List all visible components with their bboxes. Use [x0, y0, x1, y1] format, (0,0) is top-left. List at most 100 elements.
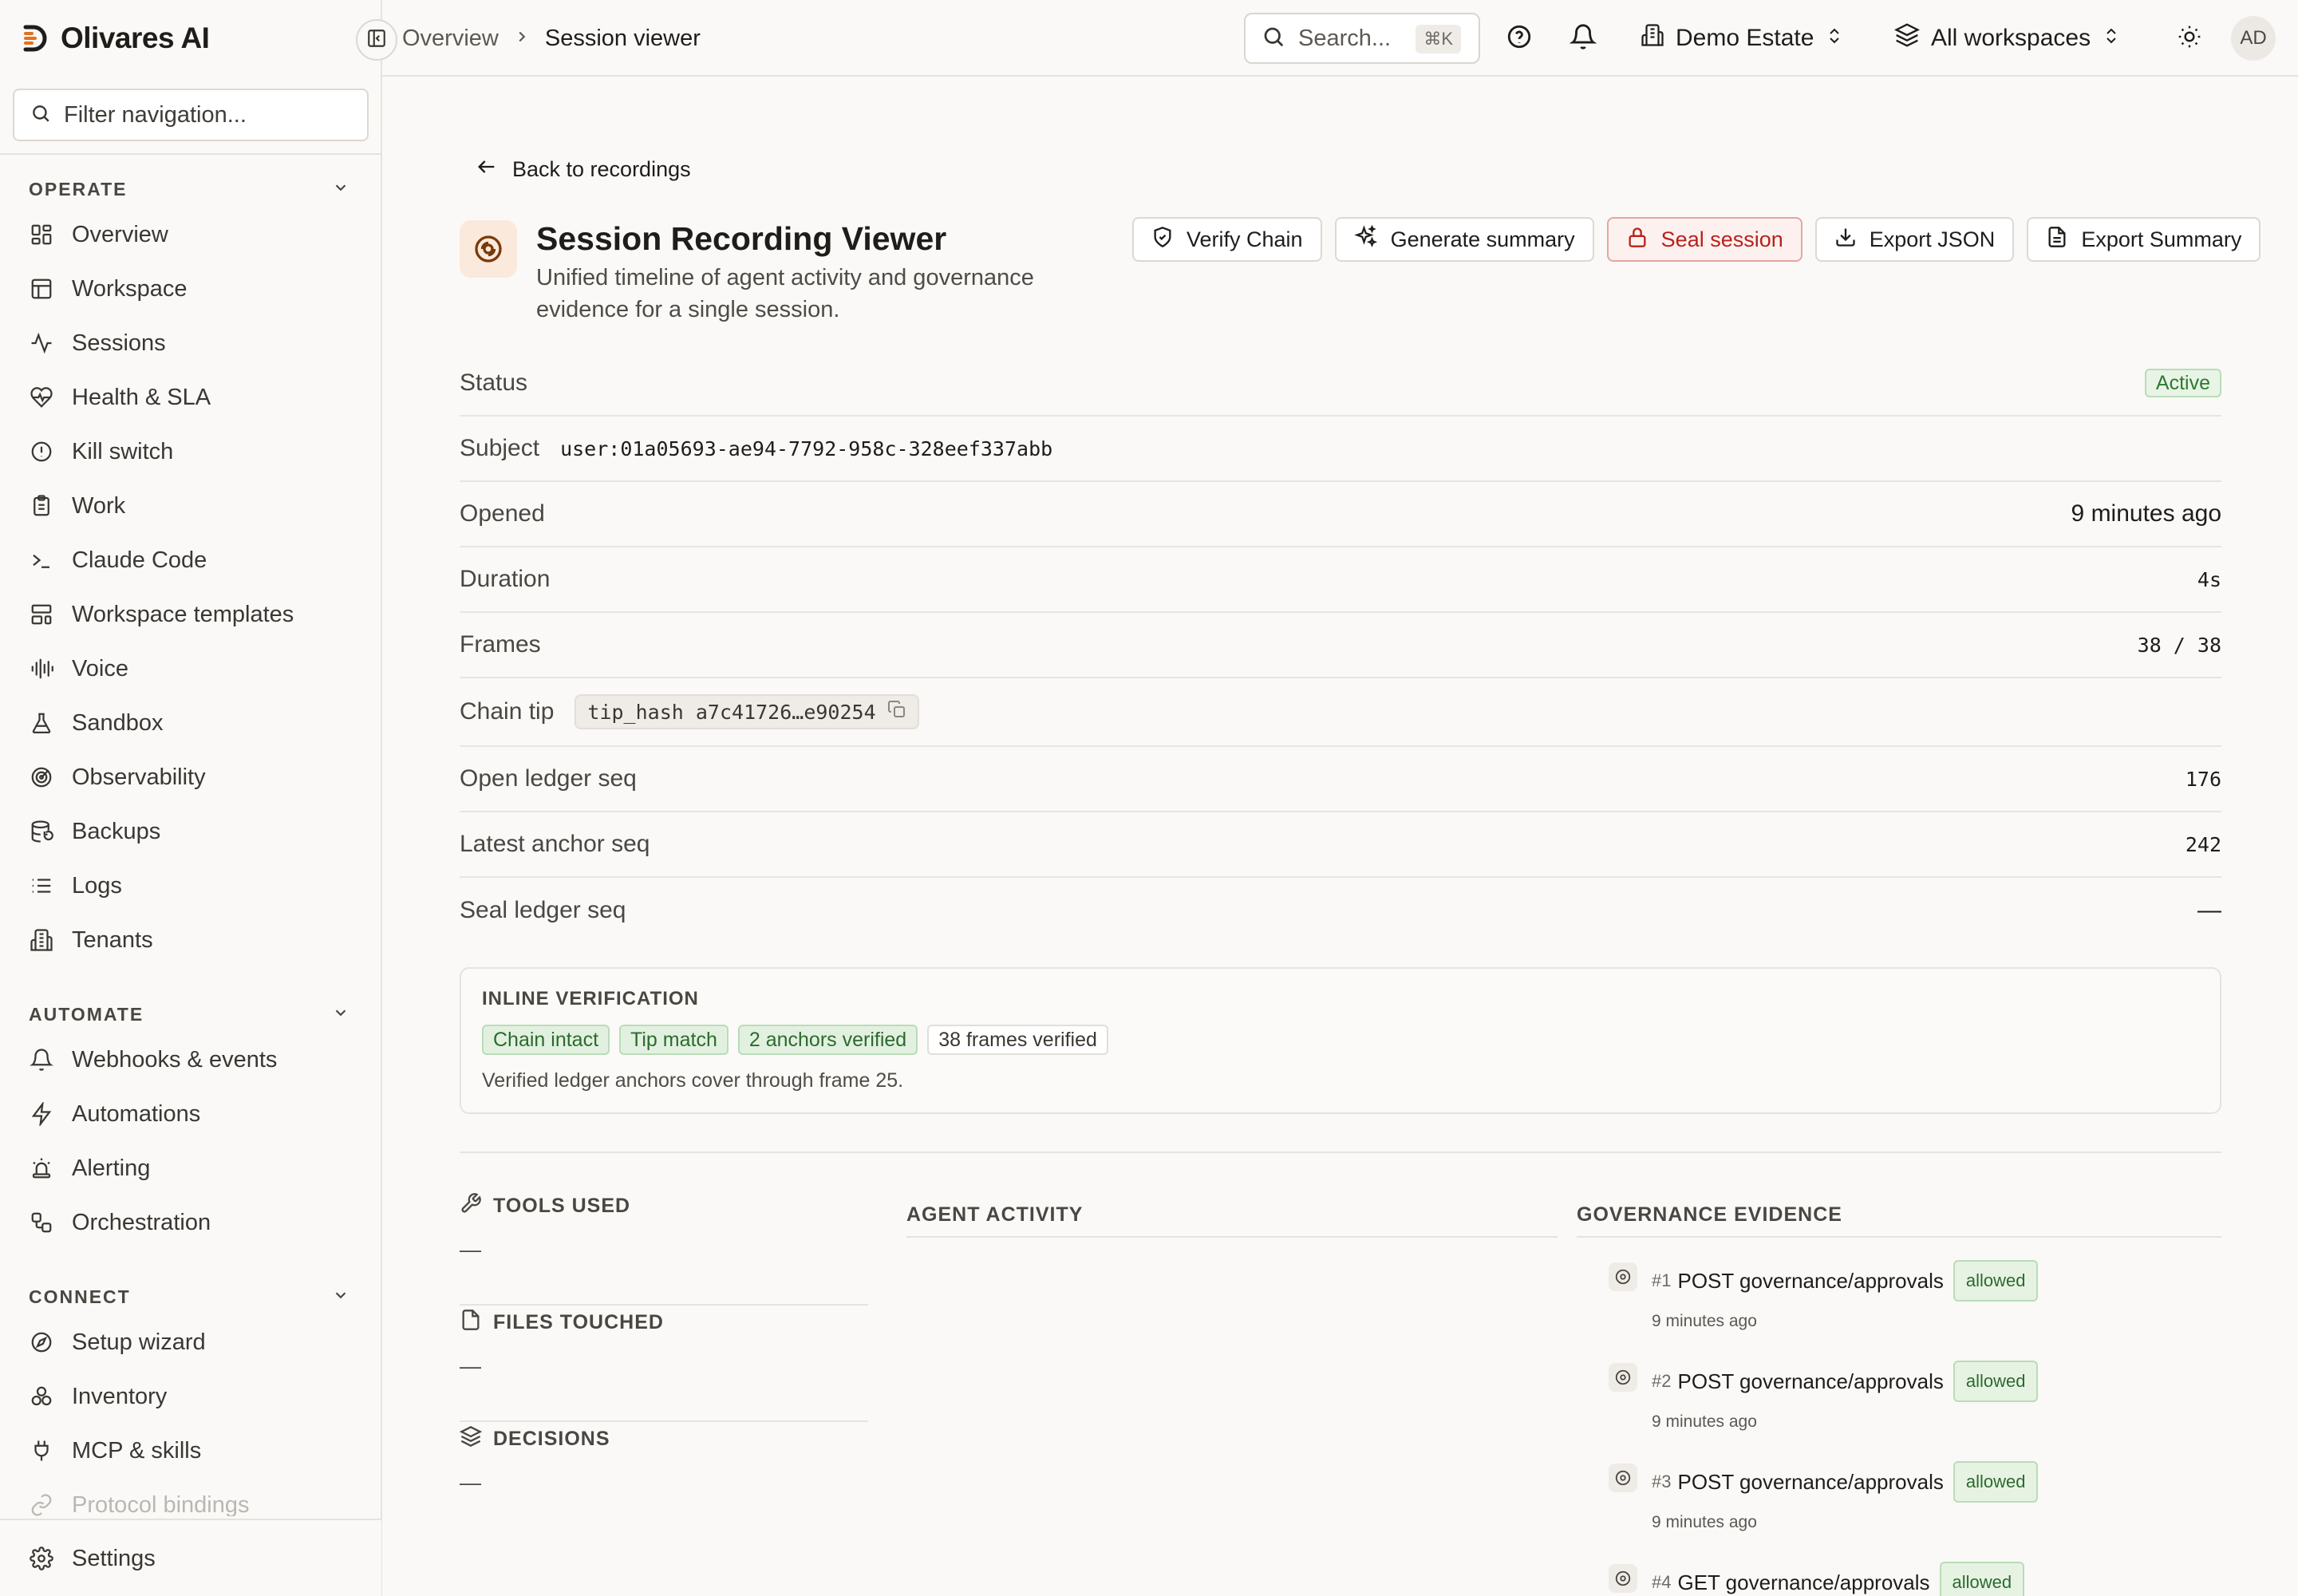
- export-summary-button[interactable]: Export Summary: [2027, 217, 2261, 262]
- siren-icon: [29, 1156, 54, 1181]
- tools-used-section: TOOLS USED —: [460, 1189, 868, 1306]
- anchors-verified-badge: 2 anchors verified: [737, 1025, 918, 1055]
- list-item[interactable]: #3 POST governance/approvals allowed 9 m…: [1609, 1460, 2231, 1561]
- sidebar-item-sandbox[interactable]: Sandbox: [0, 696, 381, 750]
- workflow-icon: [29, 1210, 54, 1235]
- chevrons-up-down-icon: [2102, 25, 2121, 52]
- inline-verification-panel: INLINE VERIFICATION Chain intact Tip mat…: [460, 967, 2221, 1114]
- database-backup-icon: [29, 819, 54, 844]
- compass-icon: [29, 1329, 54, 1355]
- decisions-value: —: [460, 1471, 481, 1495]
- list-item[interactable]: #1 POST governance/approvals allowed 9 m…: [1609, 1259, 2231, 1360]
- verify-chain-label: Verify Chain: [1187, 227, 1303, 251]
- seal-session-button[interactable]: Seal session: [1606, 217, 1802, 262]
- latest-anchor-seq-value: 242: [2185, 832, 2221, 856]
- seal-ledger-seq-value: —: [2197, 897, 2221, 923]
- filter-navigation-input[interactable]: [64, 101, 351, 128]
- sidebar-item-work[interactable]: Work: [0, 479, 381, 533]
- sidebar-item-backups[interactable]: Backups: [0, 804, 381, 859]
- sidebar-item-label: Health & SLA: [72, 384, 211, 410]
- sidebar-item-label: Voice: [72, 655, 128, 681]
- sidebar-item-workspace-templates[interactable]: Workspace templates: [0, 587, 381, 642]
- heart-pulse-icon: [29, 385, 54, 410]
- evidence-title: GET governance/approvals: [1677, 1570, 1930, 1594]
- evidence-body: #4 GET governance/approvals allowed: [1652, 1561, 2025, 1596]
- chevron-down-icon: [332, 1004, 349, 1025]
- sidebar-item-mcp-skills[interactable]: MCP & skills: [0, 1424, 381, 1478]
- nav-section-connect[interactable]: CONNECT: [0, 1278, 381, 1315]
- search-icon: [30, 103, 51, 128]
- evidence-time: 9 minutes ago: [1652, 1312, 1757, 1330]
- global-search[interactable]: Search... ⌘K: [1244, 13, 1480, 64]
- alert-circle-icon: [29, 439, 54, 464]
- nav-section-automate[interactable]: AUTOMATE: [0, 996, 381, 1033]
- export-json-button[interactable]: Export JSON: [1814, 217, 2015, 262]
- sidebar-item-automations[interactable]: Automations: [0, 1087, 381, 1141]
- sidebar-item-orchestration[interactable]: Orchestration: [0, 1195, 381, 1250]
- generate-summary-button[interactable]: Generate summary: [1334, 217, 1594, 262]
- governance-evidence-list: #1 POST governance/approvals allowed 9 m…: [1609, 1259, 2231, 1596]
- brand[interactable]: Olivares AI: [22, 19, 210, 57]
- governance-evidence-header: GOVERNANCE EVIDENCE: [1577, 1203, 1842, 1226]
- sidebar-item-label: Tenants: [72, 926, 153, 953]
- help-button[interactable]: [1500, 19, 1538, 57]
- nav-section-operate[interactable]: OPERATE: [0, 171, 381, 207]
- nav-section-label: OPERATE: [29, 178, 128, 200]
- filter-navigation[interactable]: [13, 89, 369, 141]
- evidence-time: 9 minutes ago: [1652, 1412, 1757, 1431]
- evidence-badge: allowed: [1953, 1361, 2039, 1402]
- detail-label: Chain tip: [460, 698, 555, 725]
- back-to-recordings-link[interactable]: Back to recordings: [476, 152, 691, 187]
- detail-row-frames: Frames 38 / 38: [460, 613, 2221, 678]
- sidebar-item-observability[interactable]: Observability: [0, 750, 381, 804]
- sidebar-item-workspace[interactable]: Workspace: [0, 262, 381, 316]
- detail-label: Status: [460, 369, 528, 396]
- breadcrumb-overview[interactable]: Overview: [402, 26, 499, 52]
- workspace-switcher[interactable]: All workspaces: [1893, 19, 2121, 57]
- chain-tip-chip[interactable]: tip_hash a7c41726…e90254: [574, 694, 919, 729]
- sidebar-item-tenants[interactable]: Tenants: [0, 913, 381, 967]
- sidebar-item-overview[interactable]: Overview: [0, 207, 381, 262]
- sidebar-collapse-button[interactable]: [356, 19, 397, 61]
- verify-chain-button[interactable]: Verify Chain: [1132, 217, 1322, 262]
- sidebar-item-alerting[interactable]: Alerting: [0, 1141, 381, 1195]
- plug-icon: [29, 1438, 54, 1464]
- list-item[interactable]: #2 POST governance/approvals allowed 9 m…: [1609, 1360, 2231, 1460]
- sidebar-item-logs[interactable]: Logs: [0, 859, 381, 913]
- chevron-right-icon: [513, 26, 531, 52]
- sidebar-item-claude-code[interactable]: Claude Code: [0, 533, 381, 587]
- sidebar-item-kill-switch[interactable]: Kill switch: [0, 425, 381, 479]
- sparkles-icon: [1353, 224, 1378, 255]
- building-icon: [29, 927, 54, 953]
- nav-section-label: AUTOMATE: [29, 1003, 144, 1025]
- theme-toggle[interactable]: [2170, 19, 2209, 57]
- notifications-button[interactable]: [1564, 19, 1602, 57]
- panel-left-icon: [366, 28, 387, 53]
- audio-lines-icon: [29, 656, 54, 681]
- copy-icon[interactable]: [887, 700, 906, 725]
- sidebar-item-label: Webhooks & events: [72, 1046, 278, 1073]
- activity-icon: [29, 330, 54, 356]
- page-subtitle: Unified timeline of agent activity and g…: [536, 265, 1034, 322]
- chain-intact-badge: Chain intact: [482, 1025, 610, 1055]
- shield-check-icon: [1151, 226, 1174, 254]
- sidebar-item-settings[interactable]: Settings: [0, 1520, 381, 1596]
- record-icon: [1609, 1363, 1637, 1392]
- sidebar-item-voice[interactable]: Voice: [0, 642, 381, 696]
- sidebar-item-inventory[interactable]: Inventory: [0, 1369, 381, 1424]
- org-switcher[interactable]: Demo Estate: [1641, 19, 1844, 57]
- open-ledger-seq-value: 176: [2185, 767, 2221, 791]
- sidebar-item-protocol-bindings[interactable]: Protocol bindings: [0, 1478, 381, 1516]
- sidebar-item-webhooks-events[interactable]: Webhooks & events: [0, 1033, 381, 1087]
- evidence-header: #4 GET governance/approvals allowed: [1652, 1561, 2025, 1596]
- search-placeholder: Search...: [1298, 25, 1392, 51]
- sidebar-item-health-sla[interactable]: Health & SLA: [0, 370, 381, 425]
- sidebar-item-sessions[interactable]: Sessions: [0, 316, 381, 370]
- evidence-title: POST governance/approvals: [1677, 1469, 1944, 1494]
- sidebar-item-setup-wizard[interactable]: Setup wizard: [0, 1315, 381, 1369]
- detail-row-duration: Duration 4s: [460, 547, 2221, 613]
- avatar[interactable]: AD: [2231, 16, 2276, 61]
- bell-icon: [29, 1047, 54, 1073]
- sidebar-item-label: MCP & skills: [72, 1437, 202, 1464]
- list-item[interactable]: #4 GET governance/approvals allowed: [1609, 1561, 2231, 1596]
